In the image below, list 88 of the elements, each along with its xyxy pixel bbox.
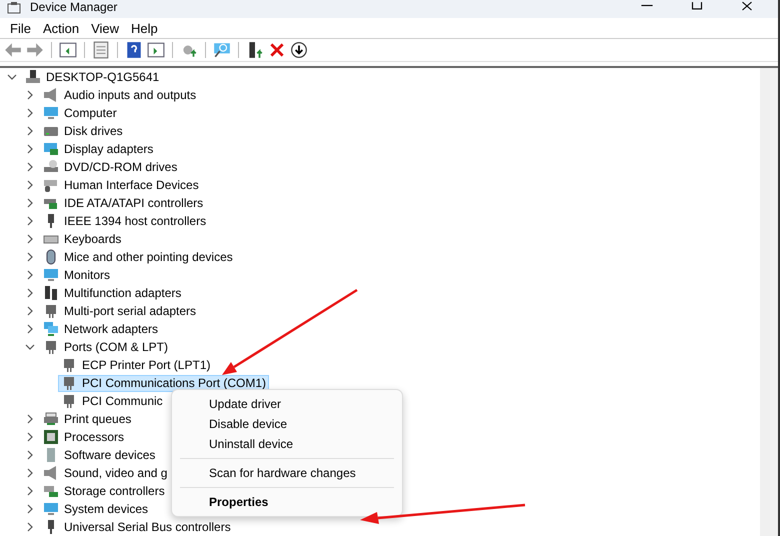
tree-item[interactable]: Audio inputs and outputs	[40, 86, 200, 104]
expand-chevron-icon[interactable]	[25, 90, 35, 100]
properties-icon[interactable]	[92, 41, 110, 59]
collapse-chevron-icon[interactable]	[7, 72, 17, 82]
tree-item[interactable]: PCI Communic	[58, 392, 166, 410]
display-card-icon	[43, 141, 59, 157]
menu-item[interactable]: Action	[36, 20, 86, 36]
tree-item[interactable]: IEEE 1394 host controllers	[40, 212, 210, 230]
tree-item[interactable]: DESKTOP-Q1G5641	[22, 68, 162, 86]
speaker-icon	[43, 465, 59, 481]
tree-item[interactable]: Processors	[40, 428, 128, 446]
port-icon	[43, 303, 59, 319]
tree-item[interactable]: Software devices	[40, 446, 158, 464]
tree-item[interactable]: Multi-port serial adapters	[40, 302, 200, 320]
pane-icon[interactable]	[147, 41, 165, 59]
port-icon	[61, 357, 77, 373]
expand-chevron-icon[interactable]	[25, 198, 35, 208]
tree-item[interactable]: Mice and other pointing devices	[40, 248, 236, 266]
tree-item[interactable]: Network adapters	[40, 320, 162, 338]
menu-item[interactable]: Help	[125, 20, 164, 36]
tree-item[interactable]: Keyboards	[40, 230, 124, 248]
expand-chevron-icon[interactable]	[25, 414, 35, 424]
expand-chevron-icon[interactable]	[25, 450, 35, 460]
down-arrow-circle-icon[interactable]	[290, 41, 308, 59]
expand-chevron-icon[interactable]	[25, 126, 35, 136]
forward-arrow-icon[interactable]	[26, 41, 44, 59]
expand-chevron-icon[interactable]	[25, 468, 35, 478]
tree-item[interactable]: DVD/CD-ROM drives	[40, 158, 180, 176]
context-menu-item[interactable]: Uninstall device	[178, 434, 396, 454]
port-icon	[43, 339, 59, 355]
tree-item[interactable]: Monitors	[40, 266, 114, 284]
expand-chevron-icon[interactable]	[25, 306, 35, 316]
menu-item[interactable]: View	[85, 20, 126, 36]
window-icon	[6, 0, 22, 16]
context-menu-item[interactable]: Update driver	[178, 394, 396, 414]
uninstall-cross-icon[interactable]	[268, 41, 286, 59]
selected-tree-item[interactable]: PCI Communications Port (COM1)	[58, 374, 270, 392]
monitor-icon	[43, 501, 59, 517]
tree-item[interactable]: Multifunction adapters	[40, 284, 184, 302]
help-icon[interactable]	[125, 41, 143, 59]
monitor-icon	[43, 105, 59, 121]
tree-item[interactable]: Storage controllers	[40, 482, 168, 500]
disc-drive-icon	[43, 159, 59, 175]
window-title: Device Manager	[30, 1, 118, 13]
context-menu-item[interactable]: Scan for hardware changes	[178, 463, 396, 483]
network-icon	[43, 321, 59, 337]
tree-item[interactable]: Disk drives	[40, 122, 126, 140]
monitor-icon	[43, 267, 59, 283]
computer-icon	[25, 69, 41, 85]
expand-chevron-icon[interactable]	[25, 432, 35, 442]
tree-item[interactable]: Universal Serial Bus controllers	[40, 518, 234, 536]
expand-chevron-icon[interactable]	[25, 252, 35, 262]
tree-item[interactable]: Display adapters	[40, 140, 156, 158]
search-monitor-icon[interactable]	[213, 41, 231, 59]
expand-chevron-icon[interactable]	[25, 270, 35, 280]
expand-chevron-icon[interactable]	[25, 108, 35, 118]
expand-chevron-icon[interactable]	[25, 180, 35, 190]
expand-chevron-icon[interactable]	[25, 162, 35, 172]
tree-item[interactable]: ECP Printer Port (LPT1)	[58, 356, 214, 374]
tree-item[interactable]: Computer	[40, 104, 120, 122]
context-menu-item[interactable]: Properties	[178, 492, 396, 512]
scrollbar[interactable]	[760, 68, 778, 536]
collapse-chevron-icon[interactable]	[25, 342, 35, 352]
back-arrow-icon[interactable]	[4, 41, 22, 59]
tree-item[interactable]: Sound, video and g	[40, 464, 170, 482]
speaker-icon	[43, 87, 59, 103]
menu-item[interactable]: File	[4, 20, 37, 36]
port-icon	[61, 375, 77, 391]
printer-icon	[43, 411, 59, 427]
expand-chevron-icon[interactable]	[25, 216, 35, 226]
tree-item[interactable]: IDE ATA/ATAPI controllers	[40, 194, 206, 212]
storage-icon	[43, 483, 59, 499]
port-icon	[61, 393, 77, 409]
tree-item[interactable]: Ports (COM & LPT)	[40, 338, 172, 356]
expand-chevron-icon[interactable]	[25, 324, 35, 334]
context-menu-item[interactable]: Disable device	[178, 414, 396, 434]
expand-chevron-icon[interactable]	[25, 234, 35, 244]
expand-chevron-icon[interactable]	[25, 144, 35, 154]
pane-icon[interactable]	[59, 41, 77, 59]
expand-chevron-icon[interactable]	[25, 522, 35, 532]
expand-chevron-icon[interactable]	[25, 504, 35, 514]
tree-item[interactable]: Human Interface Devices	[40, 176, 202, 194]
tree-item[interactable]: System devices	[40, 500, 152, 518]
expand-chevron-icon[interactable]	[25, 288, 35, 298]
chip-icon	[43, 429, 59, 445]
tree-item[interactable]: Print queues	[40, 410, 134, 428]
expand-chevron-icon[interactable]	[25, 486, 35, 496]
device-pair-icon	[43, 285, 59, 301]
